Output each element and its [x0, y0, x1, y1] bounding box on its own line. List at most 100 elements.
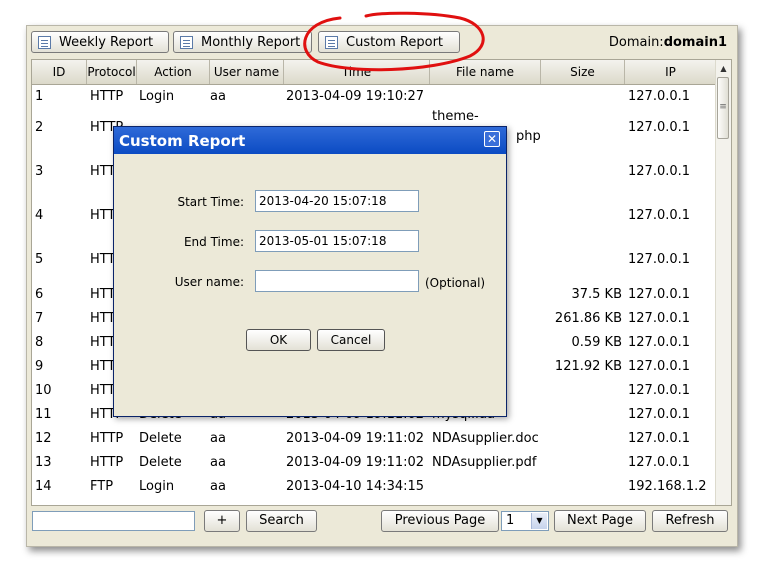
page-select[interactable]: 1 ▼: [501, 511, 549, 531]
ok-button[interactable]: OK: [246, 329, 311, 351]
start-time-label: Start Time:: [177, 195, 244, 209]
report-icon: [325, 35, 338, 49]
cell-ip: 127.0.0.1: [628, 208, 691, 223]
cell-id: 3: [35, 164, 44, 179]
dialog-title-bar[interactable]: Custom Report ✕: [114, 127, 506, 154]
page-number: 1: [506, 513, 515, 528]
custom-report-label: Custom Report: [346, 34, 444, 50]
cell-size: 0.59 KB: [571, 335, 622, 350]
scroll-thumb[interactable]: ≡: [717, 77, 729, 139]
cell-ip: 127.0.0.1: [628, 383, 691, 398]
cell-id: 2: [35, 120, 44, 135]
cell-id: 8: [35, 335, 44, 350]
domain-value: domain1: [663, 35, 727, 50]
cell-id: 13: [35, 455, 52, 470]
cell-action: Delete: [139, 431, 182, 446]
cell-ip: 192.168.1.2: [628, 479, 707, 494]
monthly-report-button[interactable]: Monthly Report: [173, 31, 312, 53]
cell-id: 5: [35, 252, 44, 267]
table-row[interactable]: 12 HTTP Delete aa 2013-04-09 19:11:02 NDAsupp…: [32, 427, 716, 451]
cell-size: 261.86 KB: [554, 311, 622, 326]
cell-id: 6: [35, 287, 44, 302]
cell-ip: 127.0.0.1: [628, 431, 691, 446]
start-time-field[interactable]: 2013-04-20 15:07:18: [255, 190, 419, 212]
bottom-bar: + Search Previous Page 1 ▼ Next Page Ref…: [27, 508, 737, 538]
cell-id: 11: [35, 407, 52, 422]
cell-protocol: HTTP: [90, 455, 124, 470]
cell-id: 1: [35, 89, 44, 104]
cell-file: theme-: [432, 109, 479, 124]
refresh-button[interactable]: Refresh: [652, 510, 728, 532]
search-input[interactable]: [32, 511, 195, 531]
cell-protocol: HTTP: [90, 431, 124, 446]
cell-ip: 127.0.0.1: [628, 252, 691, 267]
cell-time: 2013-04-09 19:11:02: [286, 431, 425, 446]
cell-id: 4: [35, 208, 44, 223]
end-time-label: End Time:: [183, 235, 244, 249]
column-header-id[interactable]: ID: [32, 60, 87, 84]
cell-ip: 127.0.0.1: [628, 359, 691, 374]
cell-action: Login: [139, 89, 175, 104]
cell-id: 7: [35, 311, 44, 326]
cell-ip: 127.0.0.1: [628, 407, 691, 422]
column-header-action[interactable]: Action: [137, 60, 210, 84]
cell-user: aa: [210, 431, 226, 446]
add-button[interactable]: +: [204, 510, 240, 532]
cell-time: 2013-04-09 19:10:27: [286, 89, 425, 104]
cell-protocol: FTP: [90, 479, 114, 494]
cell-file-continued: php: [516, 129, 541, 144]
dialog-title: Custom Report: [119, 132, 246, 150]
table-row[interactable]: 1 HTTP Login aa 2013-04-09 19:10:27 127.0.0.1: [32, 85, 716, 107]
domain-prefix: Domain:: [608, 35, 664, 50]
user-name-field[interactable]: [255, 270, 419, 292]
cell-id: 12: [35, 431, 52, 446]
optional-hint: (Optional): [425, 276, 486, 290]
chevron-down-icon[interactable]: ▼: [531, 513, 547, 529]
user-name-label: User name:: [174, 275, 244, 289]
column-header-user-name[interactable]: User name: [210, 60, 284, 84]
vertical-scrollbar[interactable]: ▲ ≡: [715, 60, 731, 505]
scroll-up-icon[interactable]: ▲: [716, 61, 731, 76]
table-row[interactable]: 13 HTTP Delete aa 2013-04-09 19:11:02 NDAsupp…: [32, 451, 716, 475]
domain-indicator: Domain:domain1: [609, 35, 727, 50]
cell-id: 10: [35, 383, 52, 398]
cell-time: 2013-04-10 14:34:15: [286, 479, 425, 494]
cell-ip: 127.0.0.1: [628, 164, 691, 179]
cell-size: 121.92 KB: [554, 359, 622, 374]
cell-user: aa: [210, 89, 226, 104]
column-header-file-name[interactable]: File name: [430, 60, 541, 84]
cell-user: aa: [210, 455, 226, 470]
close-icon[interactable]: ✕: [484, 131, 500, 147]
column-header-size[interactable]: Size: [541, 60, 625, 84]
weekly-report-button[interactable]: Weekly Report: [31, 31, 169, 53]
cell-protocol: HTTP: [90, 89, 124, 104]
monthly-report-label: Monthly Report: [201, 34, 301, 50]
previous-page-button[interactable]: Previous Page: [381, 510, 499, 532]
next-page-button[interactable]: Next Page: [554, 510, 646, 532]
cell-user: aa: [210, 479, 226, 494]
search-button[interactable]: Search: [246, 510, 317, 532]
custom-report-button[interactable]: Custom Report: [318, 31, 460, 53]
cell-id: 9: [35, 359, 44, 374]
report-icon: [38, 35, 51, 49]
cell-file: NDAsupplier.pdf: [432, 455, 537, 470]
cell-file: NDAsupplier.doc: [432, 431, 539, 446]
toolbar: Weekly Report Monthly Report Custom Repo…: [27, 26, 737, 58]
column-header-time[interactable]: Time: [284, 60, 430, 84]
cell-action: Login: [139, 479, 175, 494]
weekly-report-label: Weekly Report: [59, 34, 154, 50]
end-time-field[interactable]: 2013-05-01 15:07:18: [255, 230, 419, 252]
table-header: ID Protocol Action User name Time File n…: [32, 60, 716, 85]
cell-ip: 127.0.0.1: [628, 287, 691, 302]
cell-ip: 127.0.0.1: [628, 311, 691, 326]
report-icon: [180, 35, 193, 49]
cell-ip: 127.0.0.1: [628, 335, 691, 350]
cell-ip: 127.0.0.1: [628, 455, 691, 470]
custom-report-dialog: Custom Report ✕ Start Time: 2013-04-20 1…: [113, 126, 507, 417]
cell-size: 37.5 KB: [571, 287, 622, 302]
column-header-ip[interactable]: IP: [625, 60, 716, 84]
cell-ip: 127.0.0.1: [628, 120, 691, 135]
table-row[interactable]: 14 FTP Login aa 2013-04-10 14:34:15 192.168.1…: [32, 475, 716, 499]
column-header-protocol[interactable]: Protocol: [87, 60, 137, 84]
cancel-button[interactable]: Cancel: [317, 329, 385, 351]
